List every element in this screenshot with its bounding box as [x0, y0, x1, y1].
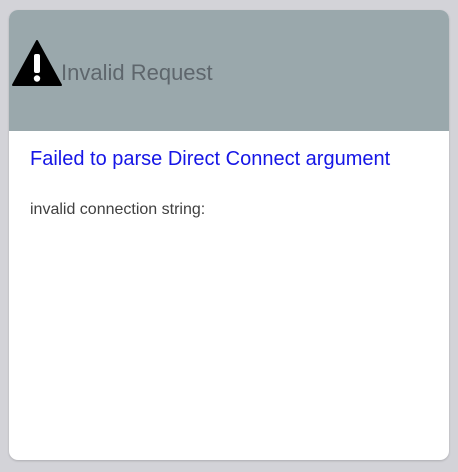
dialog-title: Invalid Request: [61, 60, 213, 85]
error-dialog: Invalid Request Failed to parse Direct C…: [9, 10, 449, 460]
error-heading: Failed to parse Direct Connect argument: [30, 148, 391, 170]
error-detail: invalid connection string:: [30, 201, 206, 218]
dialog-header: Invalid Request: [9, 10, 449, 131]
warning-icon: [12, 40, 62, 86]
